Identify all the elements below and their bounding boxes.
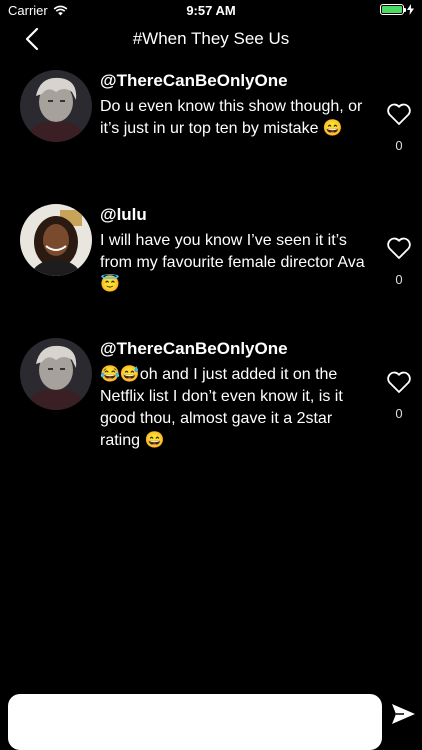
like-count: 0 (395, 272, 403, 287)
comment-text: I will have you know I’ve seen it it’s f… (100, 232, 365, 293)
woman-avatar-icon (20, 204, 92, 276)
comment-input[interactable] (8, 694, 382, 750)
send-icon[interactable] (390, 702, 416, 726)
page-title: #When They See Us (132, 29, 290, 48)
like-count: 0 (395, 406, 403, 421)
avatar[interactable] (20, 204, 92, 276)
charging-bolt-icon (407, 4, 414, 15)
comment-composer (0, 684, 422, 750)
heart-icon[interactable] (386, 102, 412, 126)
comment-body: @lulu I will have you know I’ve seen it … (100, 204, 370, 296)
comment-body: @ThereCanBeOnlyOne 😂😅oh and I just added… (100, 338, 370, 452)
avatar[interactable] (20, 338, 92, 410)
comment-username[interactable]: @ThereCanBeOnlyOne (100, 70, 370, 92)
status-time: 9:57 AM (186, 3, 236, 18)
nav-bar: #When They See Us (0, 22, 422, 56)
status-bar: Carrier 9:57 AM (0, 0, 422, 22)
avatar[interactable] (20, 70, 92, 142)
comments-screen: Carrier 9:57 AM #When They See Us @There… (0, 0, 422, 750)
man-avatar-icon (20, 338, 92, 410)
comment-username[interactable]: @lulu (100, 204, 370, 226)
like-control: 0 (386, 102, 412, 153)
comment-username[interactable]: @ThereCanBeOnlyOne (100, 338, 370, 360)
like-count: 0 (395, 138, 403, 153)
status-right (380, 4, 414, 15)
battery-icon (380, 4, 406, 15)
like-control: 0 (386, 236, 412, 287)
like-control: 0 (386, 370, 412, 421)
comment-text: 😂😅oh and I just added it on the Netflix … (100, 366, 343, 449)
comment-text: Do u even know this show though, or it’s… (100, 98, 363, 137)
heart-icon[interactable] (386, 236, 412, 260)
man-avatar-icon (20, 70, 92, 142)
heart-icon[interactable] (386, 370, 412, 394)
comment-body: @ThereCanBeOnlyOne Do u even know this s… (100, 70, 370, 140)
